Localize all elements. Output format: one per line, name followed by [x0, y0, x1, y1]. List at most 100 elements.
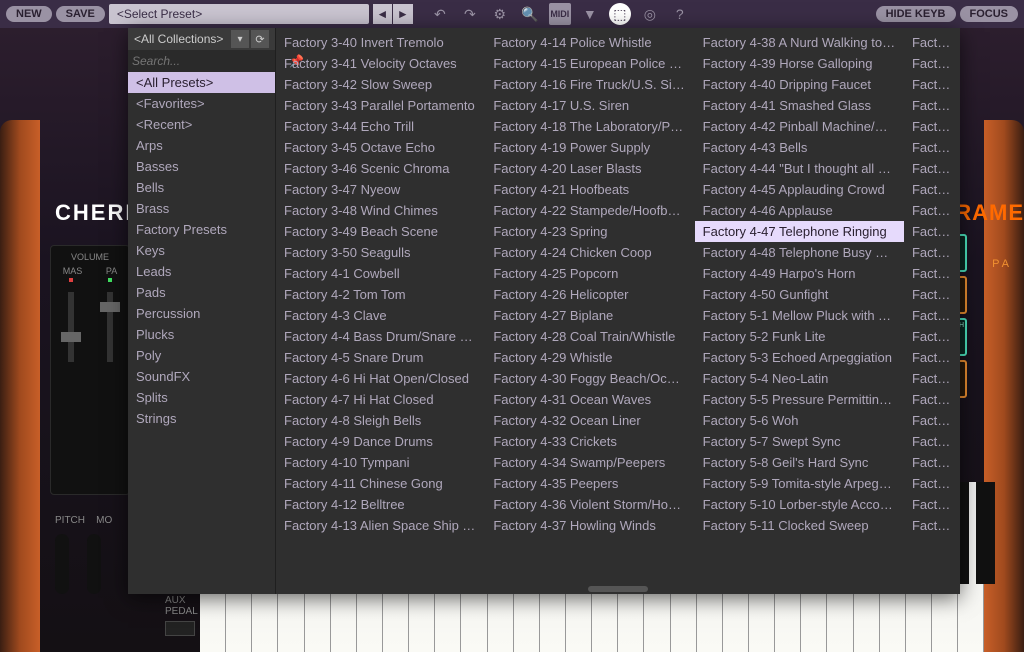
undo-icon[interactable]: ↶: [429, 3, 451, 25]
preset-item[interactable]: Factory 4-11 Chinese Gong: [276, 473, 485, 494]
preset-item[interactable]: Factory 4-40 Dripping Faucet: [695, 74, 904, 95]
preset-item[interactable]: Factory 4-9 Dance Drums: [276, 431, 485, 452]
preset-item[interactable]: Factory 5: [904, 221, 960, 242]
preset-item[interactable]: Factory 4-7 Hi Hat Closed: [276, 389, 485, 410]
preset-item[interactable]: Factory 3-47 Nyeow: [276, 179, 485, 200]
category-item[interactable]: Arps: [128, 135, 275, 156]
preset-item[interactable]: Factory 5: [904, 326, 960, 347]
preset-item[interactable]: Factory 4-26 Helicopter: [485, 284, 694, 305]
preset-item[interactable]: Factory 3-46 Scenic Chroma: [276, 158, 485, 179]
zoom-icon[interactable]: 🔍: [519, 3, 541, 25]
preset-item[interactable]: Factory 4-24 Chicken Coop: [485, 242, 694, 263]
preset-item[interactable]: Factory 5: [904, 431, 960, 452]
preset-item[interactable]: Factory 4-31 Ocean Waves: [485, 389, 694, 410]
preset-item[interactable]: Factory 5: [904, 305, 960, 326]
slider-pan[interactable]: [107, 292, 113, 362]
category-item[interactable]: Factory Presets: [128, 219, 275, 240]
preset-item[interactable]: Factory 4-25 Popcorn: [485, 263, 694, 284]
preset-item[interactable]: Factory 5: [904, 95, 960, 116]
preset-item[interactable]: Factory 5: [904, 452, 960, 473]
preset-item[interactable]: Factory 4-5 Snare Drum: [276, 347, 485, 368]
preset-item[interactable]: Factory 5-8 Geil's Hard Sync: [695, 452, 904, 473]
tuning-icon[interactable]: ⬚: [609, 3, 631, 25]
preset-prev-button[interactable]: ◄: [373, 4, 393, 24]
preset-item[interactable]: Factory 5: [904, 410, 960, 431]
preset-item[interactable]: Factory 5: [904, 179, 960, 200]
preset-item[interactable]: Factory 5-2 Funk Lite: [695, 326, 904, 347]
category-item[interactable]: <Favorites>: [128, 93, 275, 114]
category-item[interactable]: Pads: [128, 282, 275, 303]
preset-item[interactable]: Factory 5: [904, 284, 960, 305]
preset-item[interactable]: Factory 3-40 Invert Tremolo: [276, 32, 485, 53]
preset-item[interactable]: Factory 4-49 Harpo's Horn: [695, 263, 904, 284]
preset-item[interactable]: Factory 4-27 Biplane: [485, 305, 694, 326]
preset-item[interactable]: Factory 3-50 Seagulls: [276, 242, 485, 263]
preset-item[interactable]: Factory 4-21 Hoofbeats: [485, 179, 694, 200]
preset-item[interactable]: Factory 4-4 Bass Drum/Snare Drum: [276, 326, 485, 347]
preset-item[interactable]: Factory 5-4 Neo-Latin: [695, 368, 904, 389]
preset-item[interactable]: Factory 4-32 Ocean Liner: [485, 410, 694, 431]
preset-item[interactable]: Factory 4-46 Applause: [695, 200, 904, 221]
pitch-wheel[interactable]: [55, 534, 69, 594]
preset-item[interactable]: Factory 5: [904, 494, 960, 515]
black-key[interactable]: [976, 482, 996, 584]
mod-wheel[interactable]: [87, 534, 101, 594]
preset-item[interactable]: Factory 5: [904, 74, 960, 95]
preset-item[interactable]: Factory 4-44 "But I thought all witch...: [695, 158, 904, 179]
preset-item[interactable]: Factory 5: [904, 200, 960, 221]
redo-icon[interactable]: ↷: [459, 3, 481, 25]
preset-item[interactable]: Factory 4-36 Violent Storm/Howling...: [485, 494, 694, 515]
preset-item[interactable]: Factory 3-42 Slow Sweep: [276, 74, 485, 95]
preset-item[interactable]: Factory 5: [904, 347, 960, 368]
preset-item[interactable]: Factory 4-18 The Laboratory/Powe...: [485, 116, 694, 137]
preset-item[interactable]: Factory 4-41 Smashed Glass: [695, 95, 904, 116]
hide-keyb-button[interactable]: HIDE KEYB: [876, 6, 956, 22]
preset-item[interactable]: Factory 4-28 Coal Train/Whistle: [485, 326, 694, 347]
preset-item[interactable]: Factory 5-11 Clocked Sweep: [695, 515, 904, 536]
preset-next-button[interactable]: ►: [393, 4, 413, 24]
preset-item[interactable]: Factory 3-49 Beach Scene: [276, 221, 485, 242]
preset-select[interactable]: <Select Preset>: [109, 4, 369, 24]
preset-item[interactable]: Factory 3-41 Velocity Octaves: [276, 53, 485, 74]
preset-item[interactable]: Factory 3-45 Octave Echo: [276, 137, 485, 158]
category-item[interactable]: Plucks: [128, 324, 275, 345]
preset-item[interactable]: Factory 5-5 Pressure Permitting Pe...: [695, 389, 904, 410]
preset-item[interactable]: Factory 4-2 Tom Tom: [276, 284, 485, 305]
horizontal-scrollbar[interactable]: [588, 586, 648, 592]
preset-item[interactable]: Factory 4-47 Telephone Ringing: [695, 221, 904, 242]
preset-item[interactable]: Factory 4-17 U.S. Siren: [485, 95, 694, 116]
preset-item[interactable]: Factory 4-42 Pinball Machine/Bells: [695, 116, 904, 137]
collections-selector[interactable]: <All Collections> ▾ ⟳: [128, 28, 275, 50]
preset-item[interactable]: Factory 4-48 Telephone Busy Signal: [695, 242, 904, 263]
preset-item[interactable]: Factory 5: [904, 116, 960, 137]
chevron-down-icon[interactable]: ▾: [231, 30, 249, 48]
preset-item[interactable]: Factory 5: [904, 137, 960, 158]
preset-item[interactable]: Factory 4-45 Applauding Crowd: [695, 179, 904, 200]
preset-item[interactable]: Factory 3-44 Echo Trill: [276, 116, 485, 137]
preset-item[interactable]: Factory 5: [904, 263, 960, 284]
preset-item[interactable]: Factory 4-13 Alien Space Ship Taki...: [276, 515, 485, 536]
preset-item[interactable]: Factory 4-15 European Police Siren: [485, 53, 694, 74]
preset-item[interactable]: Factory 4-43 Bells: [695, 137, 904, 158]
preset-item[interactable]: Factory 5: [904, 158, 960, 179]
preset-item[interactable]: Factory 4-34 Swamp/Peepers: [485, 452, 694, 473]
preset-item[interactable]: Factory 4-19 Power Supply: [485, 137, 694, 158]
preset-item[interactable]: Factory 5: [904, 53, 960, 74]
preset-item[interactable]: Factory 4-3 Clave: [276, 305, 485, 326]
preset-item[interactable]: Factory 5-6 Woh: [695, 410, 904, 431]
search-input[interactable]: [132, 54, 289, 68]
preset-item[interactable]: Factory 4-38 A Nurd Walking to the...: [695, 32, 904, 53]
preset-item[interactable]: Factory 4-8 Sleigh Bells: [276, 410, 485, 431]
refresh-icon[interactable]: ⟳: [251, 30, 269, 48]
category-item[interactable]: Poly: [128, 345, 275, 366]
preset-item[interactable]: Factory 5: [904, 368, 960, 389]
preset-item[interactable]: Factory 4-16 Fire Truck/U.S. Siren: [485, 74, 694, 95]
focus-button[interactable]: FOCUS: [960, 6, 1019, 22]
preset-item[interactable]: Factory 4-12 Belltree: [276, 494, 485, 515]
preset-item[interactable]: Factory 4-30 Foggy Beach/Ocean ...: [485, 368, 694, 389]
category-item[interactable]: Percussion: [128, 303, 275, 324]
preset-item[interactable]: Factory 4-50 Gunfight: [695, 284, 904, 305]
preset-item[interactable]: Factory 5: [904, 515, 960, 536]
category-item[interactable]: SoundFX: [128, 366, 275, 387]
preset-item[interactable]: Factory 4-35 Peepers: [485, 473, 694, 494]
